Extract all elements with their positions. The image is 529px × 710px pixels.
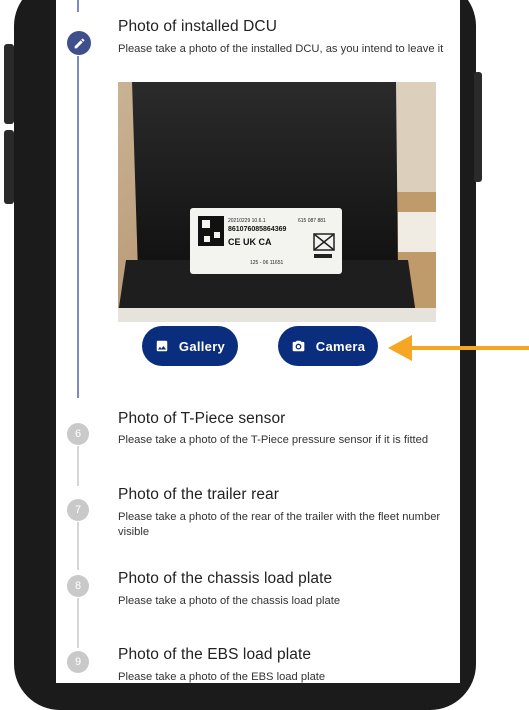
step-7-title: Photo of the trailer rear xyxy=(118,486,280,503)
step-6-description: Please take a photo of the T-Piece press… xyxy=(118,434,429,446)
gallery-button-label: Gallery xyxy=(178,338,226,354)
pencil-icon xyxy=(74,38,84,48)
camera-button-label: Camera xyxy=(315,338,366,354)
step-8-title: Photo of the chassis load plate xyxy=(118,570,333,587)
stepper-rail-8 xyxy=(77,598,79,648)
step-7-indicator: 7 xyxy=(67,499,89,521)
stepper-rail-7 xyxy=(77,522,79,570)
annotation-arrow-icon xyxy=(388,335,529,361)
dcu-label-part: 615 087 881 xyxy=(298,218,326,224)
stepper-rail-current xyxy=(77,0,79,12)
camera-icon xyxy=(292,340,305,352)
step-current-description: Please take a photo of the installed DCU… xyxy=(118,43,444,55)
phone-side-button-right xyxy=(474,72,482,182)
gallery-button[interactable]: Gallery xyxy=(142,326,238,366)
dcu-label-line2: 861076085864369 xyxy=(228,226,287,233)
step-6-indicator: 6 xyxy=(67,423,89,445)
step-current-title: Photo of installed DCU xyxy=(118,18,278,35)
phone-side-button-upper xyxy=(4,44,14,124)
stepper-rail-6 xyxy=(77,446,79,486)
step-9-title: Photo of the EBS load plate xyxy=(118,646,312,663)
dcu-photo-image xyxy=(118,82,436,322)
dcu-label-marks: CE UK CA xyxy=(228,237,272,247)
image-icon xyxy=(156,340,168,352)
stepper-rail-current-lower xyxy=(77,56,79,398)
step-8-description: Please take a photo of the chassis load … xyxy=(118,595,341,607)
step-8-indicator: 8 xyxy=(67,575,89,597)
dcu-label-line1: 20210229 10.6.1 xyxy=(228,218,266,224)
step-6-title: Photo of T-Piece sensor xyxy=(118,410,286,427)
step-9-description: Please take a photo of the EBS load plat… xyxy=(118,671,326,683)
step-current-indicator[interactable] xyxy=(67,31,91,55)
phone-side-button-lower xyxy=(4,130,14,204)
installed-dcu-photo: 20210229 10.6.1 861076085864369 615 087 … xyxy=(118,82,436,322)
step-9-indicator: 9 xyxy=(67,651,89,673)
step-7-description: Please take a photo of the rear of the t… xyxy=(118,511,441,538)
dcu-label-code: 125 - 06 11651 xyxy=(250,260,284,266)
camera-button[interactable]: Camera xyxy=(278,326,378,366)
